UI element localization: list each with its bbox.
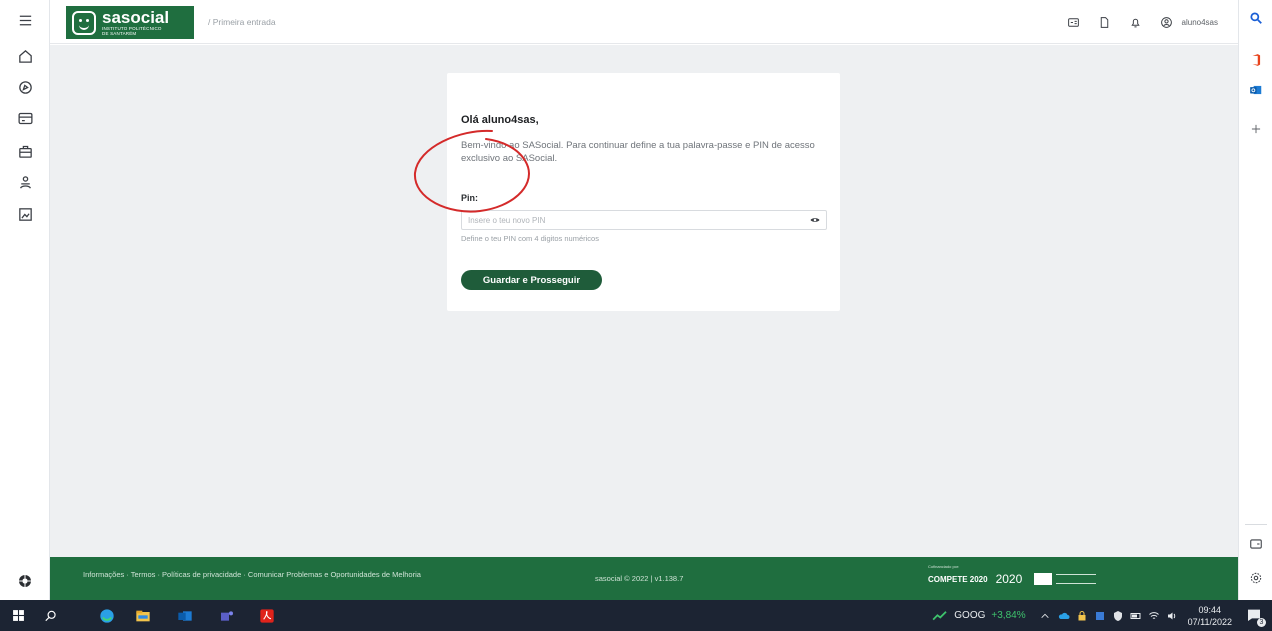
- smiley-logo-icon: [72, 10, 96, 35]
- taskbar-search-icon[interactable]: [42, 607, 59, 624]
- browser-sidebar: [1238, 0, 1272, 600]
- main-content: Olá aluno4sas, Bem-vindo ao SASocial. Pa…: [50, 45, 1238, 557]
- onedrive-cloud-icon[interactable]: [1058, 610, 1070, 622]
- footer-copyright: sasocial © 2022 | v1.138.7: [595, 574, 684, 583]
- menu-icon[interactable]: [13, 8, 37, 32]
- chevron-up-icon[interactable]: [1040, 611, 1050, 621]
- hand-heart-icon[interactable]: [13, 170, 37, 194]
- wifi-icon[interactable]: [1148, 610, 1160, 622]
- shield-app-icon[interactable]: [1112, 610, 1124, 622]
- funding-caption: Cofinanciado por:: [928, 564, 960, 569]
- clock-date: 07/11/2022: [1187, 616, 1232, 627]
- accessibility-icon[interactable]: [13, 569, 37, 593]
- institution-line-2: DE SANTARÉM: [102, 31, 137, 36]
- windows-taskbar: GOOG +3,84% 09:44 07/11/2022 3: [0, 600, 1272, 631]
- brand-name: sasocial: [102, 7, 170, 27]
- bell-icon[interactable]: [1126, 12, 1146, 32]
- stock-change: +3,84%: [991, 610, 1026, 621]
- pin-label: Pin:: [461, 193, 478, 203]
- page-footer: Informações · Termos · Políticas de priv…: [50, 557, 1238, 600]
- settings-gear-icon[interactable]: [1246, 568, 1266, 588]
- panel-toggle-icon[interactable]: [1246, 534, 1266, 554]
- image-icon[interactable]: [13, 202, 37, 226]
- sasocial-logo[interactable]: sasocial INSTITUTO POLITÉCNICO DE SANTAR…: [66, 6, 194, 39]
- breadcrumb: / Primeira entrada: [208, 17, 276, 27]
- username-label[interactable]: aluno4sas: [1182, 18, 1218, 27]
- sidebar-separator: [1245, 524, 1267, 525]
- show-password-eye-icon[interactable]: [810, 216, 820, 224]
- edge-browser-icon[interactable]: [98, 607, 115, 624]
- header-actions: aluno4sas: [1053, 0, 1238, 44]
- document-icon[interactable]: [1095, 12, 1115, 32]
- top-header: sasocial INSTITUTO POLITÉCNICO DE SANTAR…: [50, 0, 1238, 44]
- stock-trend-icon: [932, 610, 947, 620]
- outlook-taskbar-icon[interactable]: [176, 607, 193, 624]
- volume-icon[interactable]: [1166, 610, 1178, 622]
- stock-widget[interactable]: GOOG +3,84%: [932, 610, 1026, 621]
- briefcase-icon[interactable]: [13, 139, 37, 163]
- eu-funds-logo: [1056, 574, 1097, 584]
- notifications-count: 3: [1257, 617, 1266, 627]
- system-clock[interactable]: 09:44 07/11/2022: [1188, 604, 1232, 628]
- funding-logos: Cofinanciado por: COMPETE 2020 2020: [928, 564, 1097, 586]
- file-explorer-icon[interactable]: [134, 607, 151, 624]
- user-avatar-icon[interactable]: [1157, 12, 1177, 32]
- notifications-icon[interactable]: 3: [1246, 607, 1266, 627]
- outlook-icon[interactable]: [1246, 80, 1266, 100]
- stock-symbol: GOOG: [954, 610, 986, 621]
- search-icon[interactable]: [1246, 8, 1266, 28]
- add-icon[interactable]: [1246, 119, 1266, 139]
- app-window: sasocial INSTITUTO POLITÉCNICO DE SANTAR…: [0, 0, 1272, 631]
- card-icon[interactable]: [13, 106, 37, 130]
- pin-hint: Define o teu PIN com 4 digitos numéricos: [461, 234, 599, 243]
- tray-app-icon[interactable]: [1094, 610, 1106, 622]
- pin-field: [461, 210, 827, 230]
- compete-logo: COMPETE 2020: [928, 574, 988, 584]
- first-login-card: Olá aluno4sas, Bem-vindo ao SASocial. Pa…: [447, 73, 840, 311]
- left-navigation: [0, 0, 50, 600]
- home-icon[interactable]: [13, 44, 37, 68]
- system-tray: GOOG +3,84% 09:44 07/11/2022 3: [932, 600, 1272, 631]
- greeting-title: Olá aluno4sas,: [461, 114, 539, 126]
- footer-links[interactable]: Informações · Termos · Políticas de priv…: [83, 571, 463, 579]
- id-card-icon[interactable]: [1064, 12, 1084, 32]
- acrobat-pdf-icon[interactable]: [258, 607, 275, 624]
- eu-flag-logo: [1034, 573, 1053, 585]
- pin-input[interactable]: [462, 211, 802, 229]
- location-icon[interactable]: [13, 75, 37, 99]
- battery-icon[interactable]: [1130, 610, 1142, 622]
- clock-time: 09:44: [1198, 604, 1222, 615]
- teams-icon[interactable]: [218, 607, 235, 624]
- windows-start-icon[interactable]: [10, 607, 27, 624]
- portugal2020-logo: 2020: [995, 572, 1023, 586]
- office-icon[interactable]: [1246, 50, 1266, 70]
- lock-icon[interactable]: [1076, 610, 1088, 622]
- save-and-continue-button[interactable]: Guardar e Prosseguir: [461, 270, 602, 290]
- intro-text: Bem-vindo ao SASocial. Para continuar de…: [461, 140, 815, 164]
